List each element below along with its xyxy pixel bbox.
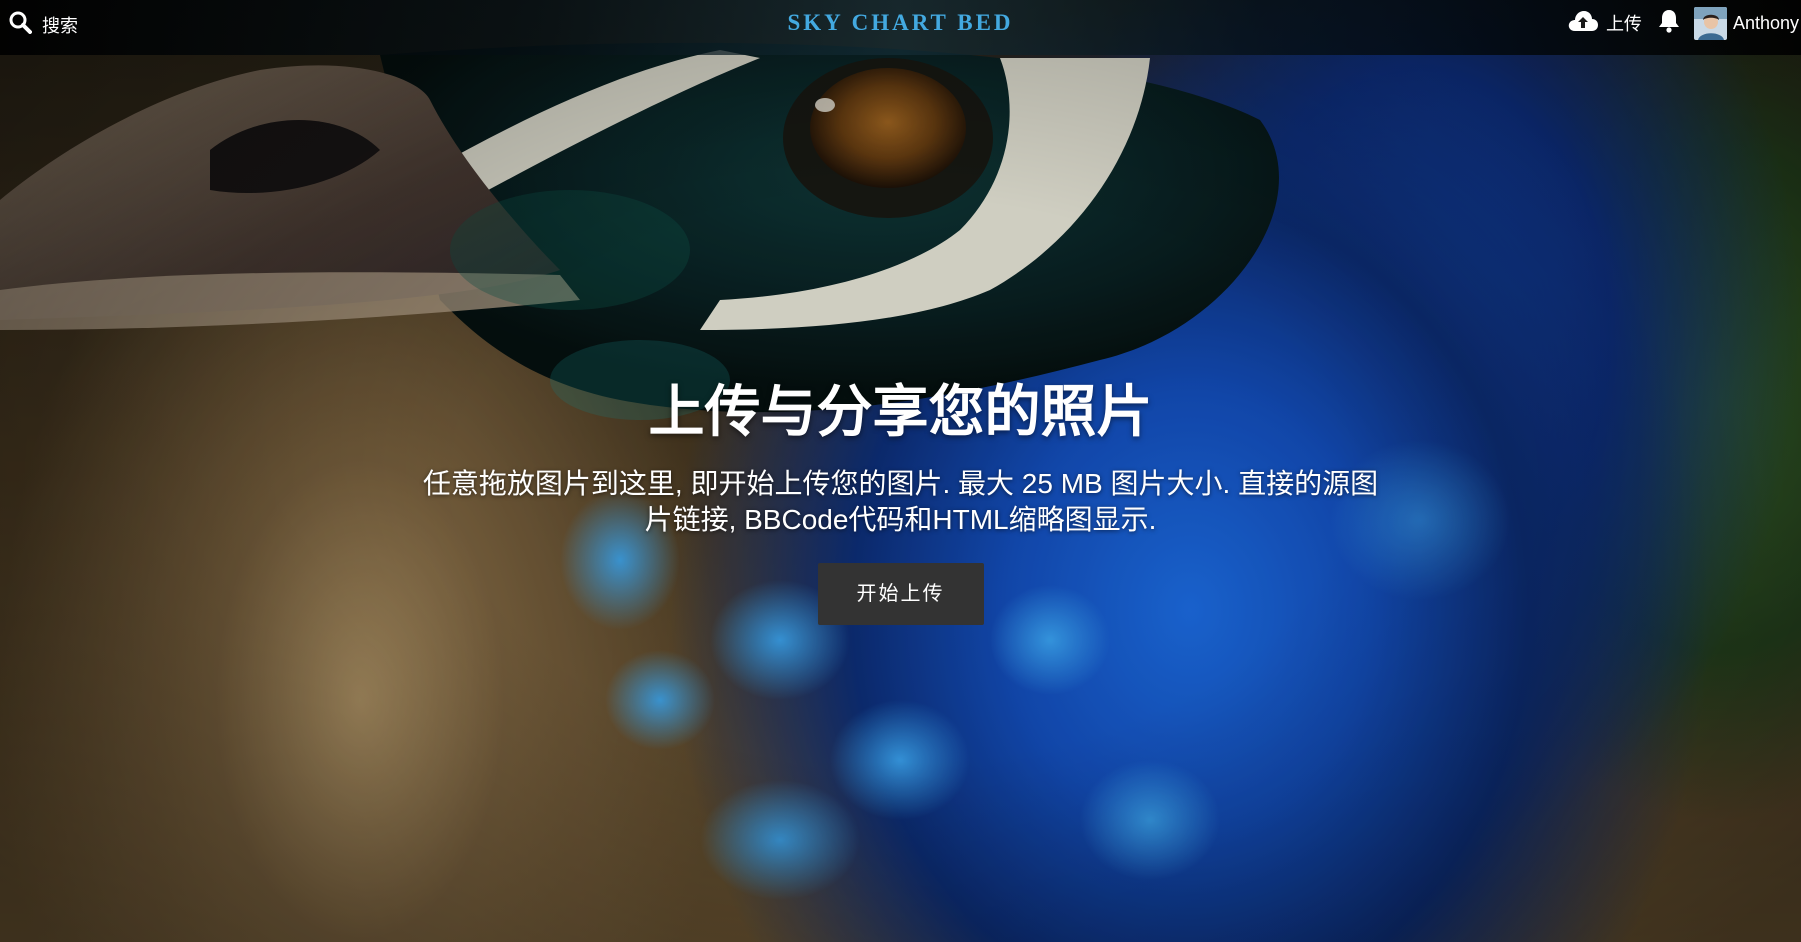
notifications-button[interactable] (1658, 9, 1680, 38)
hero-description: 任意拖放图片到这里, 即开始上传您的图片. 最大 25 MB 图片大小. 直接的… (422, 468, 1379, 535)
start-upload-button[interactable]: 开始上传 (817, 563, 984, 625)
username: Anthony (1732, 12, 1799, 33)
cloud-upload-icon (1568, 10, 1606, 37)
avatar (1693, 6, 1727, 40)
user-menu[interactable]: Anthony (1693, 6, 1801, 40)
page: 搜索 SKY CHART BED 上传 Anthony 上传与分享您的照片 任意… (0, 0, 1801, 942)
bell-icon (1658, 9, 1680, 38)
site-logo-text[interactable]: SKY CHART BED (787, 10, 1013, 35)
hero-section: 上传与分享您的照片 任意拖放图片到这里, 即开始上传您的图片. 最大 25 MB… (0, 380, 1801, 625)
upload-label: 上传 (1605, 14, 1642, 34)
top-navbar: 搜索 SKY CHART BED 上传 Anthony (0, 0, 1801, 55)
hero-title: 上传与分享您的照片 (648, 380, 1153, 443)
user-nav: 上传 Anthony (1568, 0, 1801, 46)
search-label: 搜索 (42, 15, 78, 36)
site-brand-wrapper: SKY CHART BED (0, 10, 1801, 36)
search-icon (8, 10, 42, 39)
upload-button[interactable]: 上传 (1568, 10, 1642, 37)
search-button[interactable]: 搜索 (8, 10, 78, 39)
